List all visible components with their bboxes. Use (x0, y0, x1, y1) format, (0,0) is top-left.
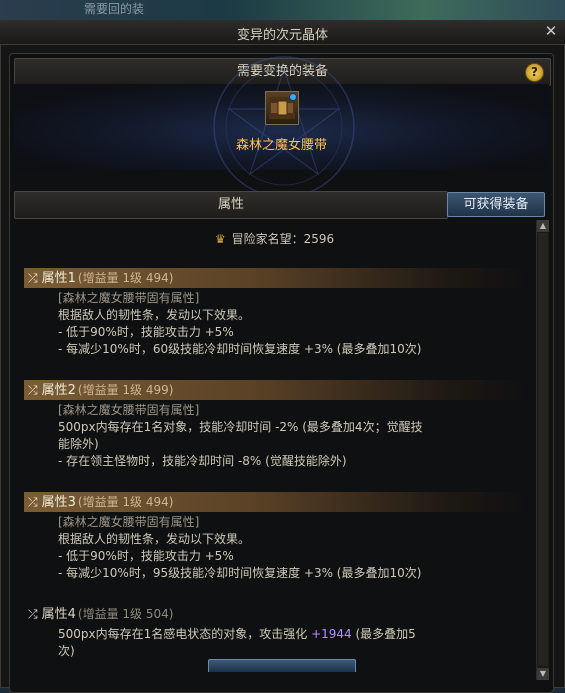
attributes-title: 属性 (217, 197, 244, 212)
attribute-line: 根据敌人的韧性条，发动以下效果。 (58, 532, 251, 546)
attribute-source: [森林之魔女腰带固有属性] (58, 403, 200, 417)
background-text: 需要回的装 (84, 2, 145, 16)
attribute-line: - 存在领主怪物时，技能冷却时间 -8% (觉醒技能除外) (58, 454, 347, 468)
attack-boost-value: +1944 (311, 627, 352, 641)
attribute-line-text: (最多叠加5 (351, 627, 416, 641)
attribute-bar: ⤮ 属性4 (增益量 1级 504) (24, 604, 529, 624)
obtainable-equipment-button[interactable]: 可获得装备 (447, 192, 545, 217)
shuffle-icon: ⤮ (28, 495, 38, 509)
window-title: 变异的次元晶体 (236, 28, 328, 43)
attribute-item-1: ⤮ 属性1 (增益量 1级 494) [森林之魔女腰带固有属性] 根据敌人的韧性条，… (24, 268, 529, 358)
help-icon[interactable]: ? (525, 63, 544, 82)
attribute-item-3: ⤮ 属性3 (增益量 1级 494) [森林之魔女腰带固有属性] 根据敌人的韧性条，… (24, 492, 529, 582)
attribute-source: [森林之魔女腰带固有属性] (58, 291, 200, 305)
attribute-buff: (增益量 1级 494) (77, 271, 174, 285)
belt-icon (269, 93, 297, 119)
attribute-line: 根据敌人的韧性条，发动以下效果。 (58, 308, 251, 322)
attribute-name: 属性1 (41, 271, 76, 286)
attribute-bar: ⤮ 属性2 (增益量 1级 499) (24, 380, 529, 400)
attribute-buff: (增益量 1级 499) (77, 383, 174, 397)
attribute-name: 属性2 (41, 383, 76, 398)
magic-circle-decoration (213, 56, 355, 198)
shuffle-icon: ⤮ (28, 607, 38, 621)
attribute-buff: (增益量 1级 494) (77, 495, 174, 509)
attribute-line: 能除外) (58, 437, 99, 451)
attribute-line-text: 500px内每存在1名感电状态的对象，攻击强化 (58, 627, 312, 641)
scroll-up-icon[interactable]: ▲ (537, 220, 549, 232)
fame-label: 冒险家名望：2596 (231, 232, 335, 246)
scroll-down-icon[interactable]: ▼ (537, 668, 549, 680)
equipment-name: 森林之魔女腰带 (235, 138, 327, 153)
attribute-line: 次) (58, 644, 75, 658)
dimension-crystal-window: 变异的次元晶体 ✕ 需要变换的装备 ? 森林之魔女腰带 属性 可获得装备 ♛ 冒… (0, 20, 565, 693)
attribute-bar: ⤮ 属性1 (增益量 1级 494) (24, 268, 529, 288)
attribute-list: ♛ 冒险家名望：2596 ⤮ 属性1 (增益量 1级 494) [森林之魔女腰带固有属… (14, 220, 535, 680)
attribute-line: - 低于90%时，技能攻击力 +5% (58, 549, 234, 563)
equipment-slot[interactable] (265, 91, 299, 125)
title-bar[interactable]: 变异的次元晶体 ✕ (0, 20, 565, 45)
attribute-line: - 每减少10%时，60级技能冷却时间恢复速度 +3% (最多叠加10次) (58, 342, 422, 356)
background-game-scene: 需要回的装 (0, 0, 565, 20)
attribute-item-4: ⤮ 属性4 (增益量 1级 504) 500px内每存在1名感电状态的对象，攻击强化… (24, 604, 529, 660)
equipment-area: 森林之魔女腰带 (14, 56, 549, 198)
adventurer-fame: ♛ 冒险家名望：2596 (14, 230, 535, 247)
attribute-bar: ⤮ 属性3 (增益量 1级 494) (24, 492, 529, 512)
attribute-name: 属性4 (41, 607, 76, 622)
attribute-item-2: ⤮ 属性2 (增益量 1级 499) [森林之魔女腰带固有属性] 500px内每存在… (24, 380, 529, 470)
close-icon[interactable]: ✕ (543, 23, 559, 39)
attribute-line: - 每减少10%时，95级技能冷却时间恢复速度 +3% (最多叠加10次) (58, 566, 422, 580)
bottom-button[interactable] (208, 659, 356, 672)
attribute-buff: (增益量 1级 504) (77, 607, 174, 621)
attribute-source: [森林之魔女腰带固有属性] (58, 515, 200, 529)
fame-icon: ♛ (214, 232, 226, 246)
shuffle-icon: ⤮ (28, 383, 38, 397)
attribute-line: - 低于90%时，技能攻击力 +5% (58, 325, 234, 339)
attribute-line: 500px内每存在1名感电状态的对象，攻击强化 +1944 (最多叠加5 (58, 626, 529, 643)
attributes-header: 属性 (14, 191, 448, 219)
main-panel: 需要变换的装备 ? 森林之魔女腰带 属性 可获得装备 ♛ 冒险家名望：2596 … (9, 53, 554, 693)
attribute-name: 属性3 (41, 495, 76, 510)
attribute-line: 500px内每存在1名对象，技能冷却时间 -2% (最多叠加4次；觉醒技 (58, 420, 423, 434)
scrollbar[interactable]: ▲ ▼ (536, 220, 549, 680)
shuffle-icon: ⤮ (28, 271, 38, 285)
scroll-thumb[interactable] (538, 233, 548, 666)
